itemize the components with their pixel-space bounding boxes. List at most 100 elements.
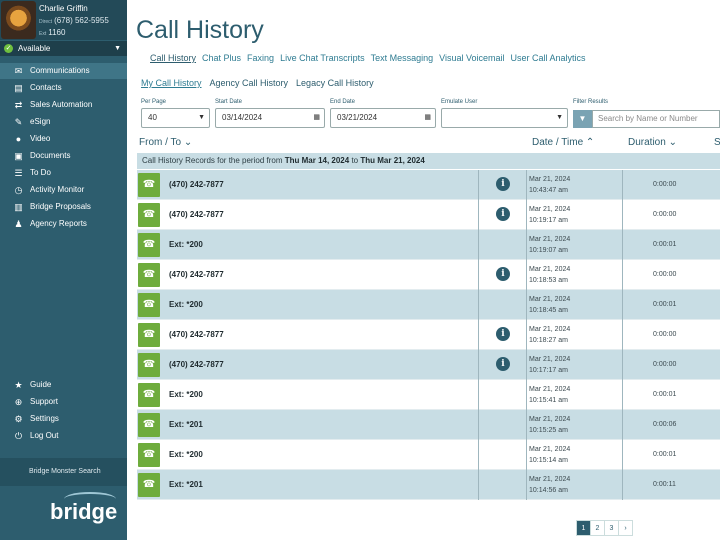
tab-visual-voicemail[interactable]: Visual Voicemail <box>439 53 504 63</box>
sidebar: Charlie Griffin Direct (678) 562-5955 Ext… <box>0 0 127 540</box>
caller-number[interactable]: (470) 242-7877 <box>169 320 224 350</box>
start-date-input[interactable]: 03/14/2024 ▦ <box>215 108 325 128</box>
tab-live-chat-transcripts[interactable]: Live Chat Transcripts <box>280 53 365 63</box>
sidebar-item-sales-automation[interactable]: ⇄ Sales Automation <box>0 97 127 113</box>
info-icon[interactable]: i <box>496 177 510 191</box>
sidebar-item-to-do[interactable]: ☰ To Do <box>0 165 127 181</box>
page-button-1[interactable]: 1 <box>576 520 591 536</box>
caller-number[interactable]: Ext: *201 <box>169 470 203 500</box>
caller-number[interactable]: Ext: *200 <box>169 440 203 470</box>
phone-icon[interactable]: ☎ <box>138 233 160 257</box>
subtab-my-call-history[interactable]: My Call History <box>141 78 202 88</box>
sidebar-item-contacts[interactable]: ▤ Contacts <box>0 80 127 96</box>
phone-icon[interactable]: ☎ <box>138 413 160 437</box>
phone-icon[interactable]: ☎ <box>138 293 160 317</box>
sidebar-item-log-out[interactable]: ⏻ Log Out <box>0 428 127 444</box>
status-dropdown[interactable]: ✓ Available ▼ <box>0 41 127 56</box>
phone-icon[interactable]: ☎ <box>138 443 160 467</box>
page-button-3[interactable]: 3 <box>604 520 619 536</box>
filter-icon[interactable]: ▼ <box>573 110 592 128</box>
sidebar-item-bridge-proposals[interactable]: ▥ Bridge Proposals <box>0 199 127 215</box>
tab-text-messaging[interactable]: Text Messaging <box>371 53 434 63</box>
subtab-bar: My Call History Agency Call History Legacy… <box>141 78 382 88</box>
table-row[interactable]: ☎ Ext: *200 Mar 21, 2024 10:15:14 am 0:00:01 <box>137 440 720 470</box>
sidebar-item-activity-monitor[interactable]: ◷ Activity Monitor <box>0 182 127 198</box>
info-icon[interactable]: i <box>496 207 510 221</box>
table-row[interactable]: ☎ (470) 242-7877 i Mar 21, 2024 10:17:17 am 0… <box>137 350 720 380</box>
bridge-monster-search[interactable]: Bridge Monster Search <box>0 458 127 486</box>
tab-user-call-analytics[interactable]: User Call Analytics <box>511 53 586 63</box>
info-icon[interactable]: i <box>496 357 510 371</box>
call-date: Mar 21, 2024 <box>529 266 571 273</box>
caller-number[interactable]: Ext: *200 <box>169 380 203 410</box>
emulate-user-select[interactable]: ▼ <box>441 108 568 128</box>
sidebar-item-communications[interactable]: ✉ Communications <box>0 63 127 79</box>
avatar[interactable] <box>1 1 36 39</box>
sidebar-item-documents[interactable]: ▣ Documents <box>0 148 127 164</box>
column-divider <box>526 440 527 470</box>
table-row[interactable]: ☎ Ext: *201 Mar 21, 2024 10:15:25 am 0:00:06 <box>137 410 720 440</box>
call-duration: 0:00:00 <box>653 271 677 278</box>
date-time-header[interactable]: Date / Time ⌃ <box>532 137 594 148</box>
sidebar-item-agency-reports[interactable]: ♟ Agency Reports <box>0 216 127 232</box>
next-page-button[interactable]: › <box>618 520 633 536</box>
table-row[interactable]: ☎ (470) 242-7877 i Mar 21, 2024 10:43:47 am 0… <box>137 170 720 200</box>
envelope-icon: ✉ <box>14 66 23 76</box>
table-row[interactable]: ☎ (470) 242-7877 i Mar 21, 2024 10:18:27 am 0… <box>137 320 720 350</box>
call-duration: 0:00:11 <box>653 481 676 488</box>
call-duration: 0:00:00 <box>653 361 677 368</box>
table-row[interactable]: ☎ Ext: *200 Mar 21, 2024 10:18:45 am 0:00:01 <box>137 290 720 320</box>
phone-icon[interactable]: ☎ <box>138 353 160 377</box>
sidebar-item-guide[interactable]: ★ Guide <box>0 377 127 393</box>
caller-number[interactable]: Ext: *201 <box>169 410 203 440</box>
call-duration: 0:00:00 <box>653 331 677 338</box>
user-name: Charlie Griffin <box>39 4 88 13</box>
tab-faxing[interactable]: Faxing <box>247 53 274 63</box>
phone-icon[interactable]: ☎ <box>138 203 160 227</box>
phone-icon[interactable]: ☎ <box>138 383 160 407</box>
caller-number[interactable]: Ext: *200 <box>169 290 203 320</box>
duration-header[interactable]: Duration ⌄ <box>628 137 677 148</box>
search-input[interactable]: Search by Name or Number <box>592 110 720 128</box>
phone-icon[interactable]: ☎ <box>138 473 160 497</box>
sidebar-item-support[interactable]: ⊕ Support <box>0 394 127 410</box>
end-date-input[interactable]: 03/21/2024 ▦ <box>330 108 436 128</box>
table-row[interactable]: ☎ Ext: *200 Mar 21, 2024 10:15:41 am 0:00:01 <box>137 380 720 410</box>
phone-icon[interactable]: ☎ <box>138 173 160 197</box>
subtab-legacy-call-history[interactable]: Legacy Call History <box>296 78 374 88</box>
from-to-header[interactable]: From / To ⌄ <box>139 137 192 148</box>
sidebar-item-esign[interactable]: ✎ eSign <box>0 114 127 130</box>
phone-icon[interactable]: ☎ <box>138 263 160 287</box>
caller-number[interactable]: (470) 242-7877 <box>169 170 224 200</box>
info-icon[interactable]: i <box>496 327 510 341</box>
tab-chat-plus[interactable]: Chat Plus <box>202 53 241 63</box>
subtab-agency-call-history[interactable]: Agency Call History <box>210 78 289 88</box>
table-row[interactable]: ☎ Ext: *201 Mar 21, 2024 10:14:56 am 0:00:11 <box>137 470 720 500</box>
table-row[interactable]: ☎ Ext: *200 Mar 21, 2024 10:19:07 am 0:00:01 <box>137 230 720 260</box>
call-duration: 0:00:01 <box>653 391 677 398</box>
per-page-select[interactable]: 40 ▼ <box>141 108 210 128</box>
sidebar-item-label: Activity Monitor <box>30 185 85 194</box>
user-ext: Ext 1160 <box>39 28 66 37</box>
call-time: 10:18:53 am <box>529 277 568 284</box>
call-time: 10:15:41 am <box>529 397 568 404</box>
sidebar-item-video[interactable]: ● Video <box>0 131 127 147</box>
extra-header[interactable]: S <box>714 137 720 148</box>
caller-number[interactable]: (470) 242-7877 <box>169 200 224 230</box>
call-time: 10:19:07 am <box>529 247 568 254</box>
info-icon[interactable]: i <box>496 267 510 281</box>
call-datetime: Mar 21, 2024 10:18:27 am <box>529 324 570 346</box>
table-row[interactable]: ☎ (470) 242-7877 i Mar 21, 2024 10:18:53 am 0… <box>137 260 720 290</box>
phone-icon[interactable]: ☎ <box>138 323 160 347</box>
call-datetime: Mar 21, 2024 10:19:17 am <box>529 204 570 226</box>
table-row[interactable]: ☎ (470) 242-7877 i Mar 21, 2024 10:19:17 am 0… <box>137 200 720 230</box>
page-button-2[interactable]: 2 <box>590 520 605 536</box>
sidebar-item-label: Support <box>30 397 59 406</box>
caller-number[interactable]: Ext: *200 <box>169 230 203 260</box>
caller-number[interactable]: (470) 242-7877 <box>169 350 224 380</box>
sidebar-item-settings[interactable]: ⚙ Settings <box>0 411 127 427</box>
period-banner: Call History Records for the period from… <box>137 153 720 169</box>
caller-number[interactable]: (470) 242-7877 <box>169 260 224 290</box>
video-icon: ● <box>15 134 22 144</box>
tab-call-history[interactable]: Call History <box>150 53 196 63</box>
